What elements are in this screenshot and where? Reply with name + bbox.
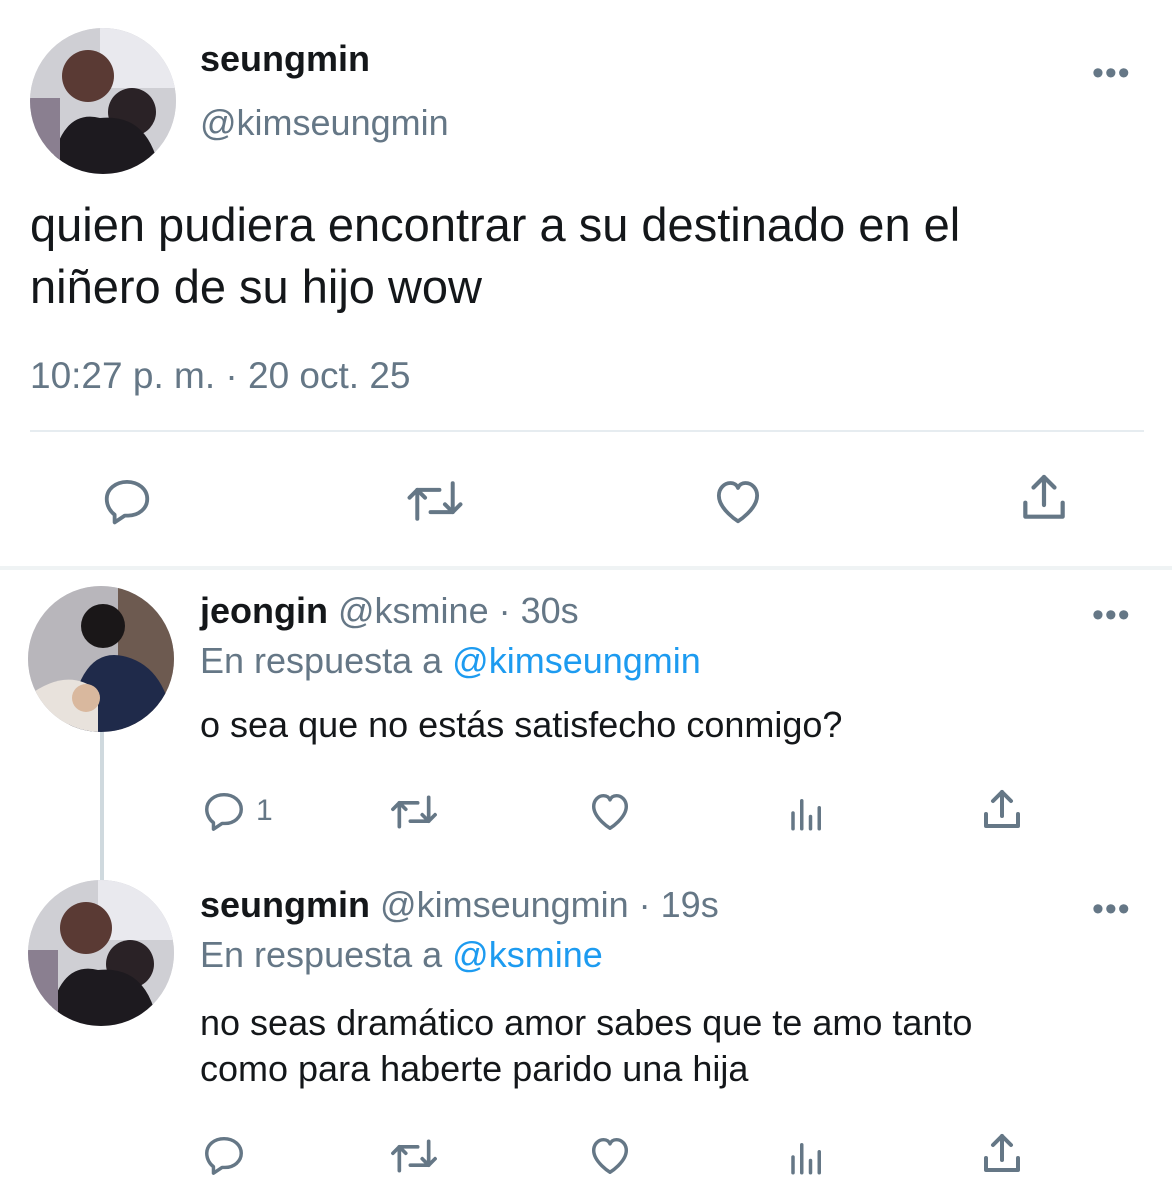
share-icon[interactable]	[1016, 470, 1072, 526]
retweet-icon[interactable]	[386, 790, 442, 834]
reply-text-line: no seas dramático amor sabes que te amo …	[200, 1002, 973, 1043]
user-handle[interactable]: @kimseungmin	[380, 884, 629, 925]
divider	[0, 566, 1172, 570]
mention-link[interactable]: @ksmine	[452, 934, 603, 975]
reply-time[interactable]: · 30s	[499, 590, 579, 631]
more-options-icon[interactable]: •••	[1092, 598, 1131, 632]
user-handle[interactable]: @kimseungmin	[200, 102, 449, 144]
reply-header: seungmin @kimseungmin · 19s	[200, 884, 719, 926]
divider	[30, 430, 1144, 432]
reply-icon[interactable]	[200, 1132, 248, 1178]
user-handle[interactable]: @ksmine	[338, 590, 489, 631]
more-options-icon[interactable]: •••	[1092, 56, 1131, 90]
reply-count: 1	[256, 794, 273, 827]
share-icon[interactable]	[978, 786, 1026, 834]
tweet-text: quien pudiera encontrar a su destinado e…	[30, 194, 960, 318]
reply-context-label: En respuesta a	[200, 934, 443, 975]
analytics-icon[interactable]	[786, 1136, 828, 1178]
like-icon[interactable]	[586, 788, 634, 834]
retweet-icon[interactable]	[404, 474, 466, 528]
reply-text-line: como para haberte parido una hija	[200, 1048, 749, 1089]
reply-icon[interactable]	[200, 788, 248, 834]
reply-context: En respuesta a @ksmine	[200, 934, 603, 976]
tweet-text-line: niñero de su hijo wow	[30, 260, 482, 313]
retweet-icon[interactable]	[386, 1134, 442, 1178]
avatar[interactable]	[30, 28, 176, 174]
share-icon[interactable]	[978, 1130, 1026, 1178]
analytics-icon[interactable]	[786, 792, 828, 834]
display-name[interactable]: seungmin	[200, 884, 370, 925]
thread-line	[100, 730, 104, 880]
avatar[interactable]	[28, 880, 174, 1026]
tweet-text-line: quien pudiera encontrar a su destinado e…	[30, 198, 961, 251]
display-name[interactable]: jeongin	[200, 590, 328, 631]
reply-context-label: En respuesta a	[200, 640, 443, 681]
avatar[interactable]	[28, 586, 174, 732]
reply-time[interactable]: · 19s	[639, 884, 719, 925]
tweet-timestamp[interactable]: 10:27 p. m. · 20 oct. 25	[30, 355, 411, 397]
reply-context: En respuesta a @kimseungmin	[200, 640, 701, 682]
mention-link[interactable]: @kimseungmin	[452, 640, 701, 681]
like-icon[interactable]	[586, 1132, 634, 1178]
more-options-icon[interactable]: •••	[1092, 892, 1131, 926]
like-icon[interactable]	[710, 474, 766, 528]
reply-text: no seas dramático amor sabes que te amo …	[200, 1000, 972, 1092]
reply-header: jeongin @ksmine · 30s	[200, 590, 579, 632]
reply-text: o sea que no estás satisfecho conmigo?	[200, 704, 843, 745]
reply-icon[interactable]	[100, 474, 154, 528]
display-name[interactable]: seungmin	[200, 38, 370, 80]
